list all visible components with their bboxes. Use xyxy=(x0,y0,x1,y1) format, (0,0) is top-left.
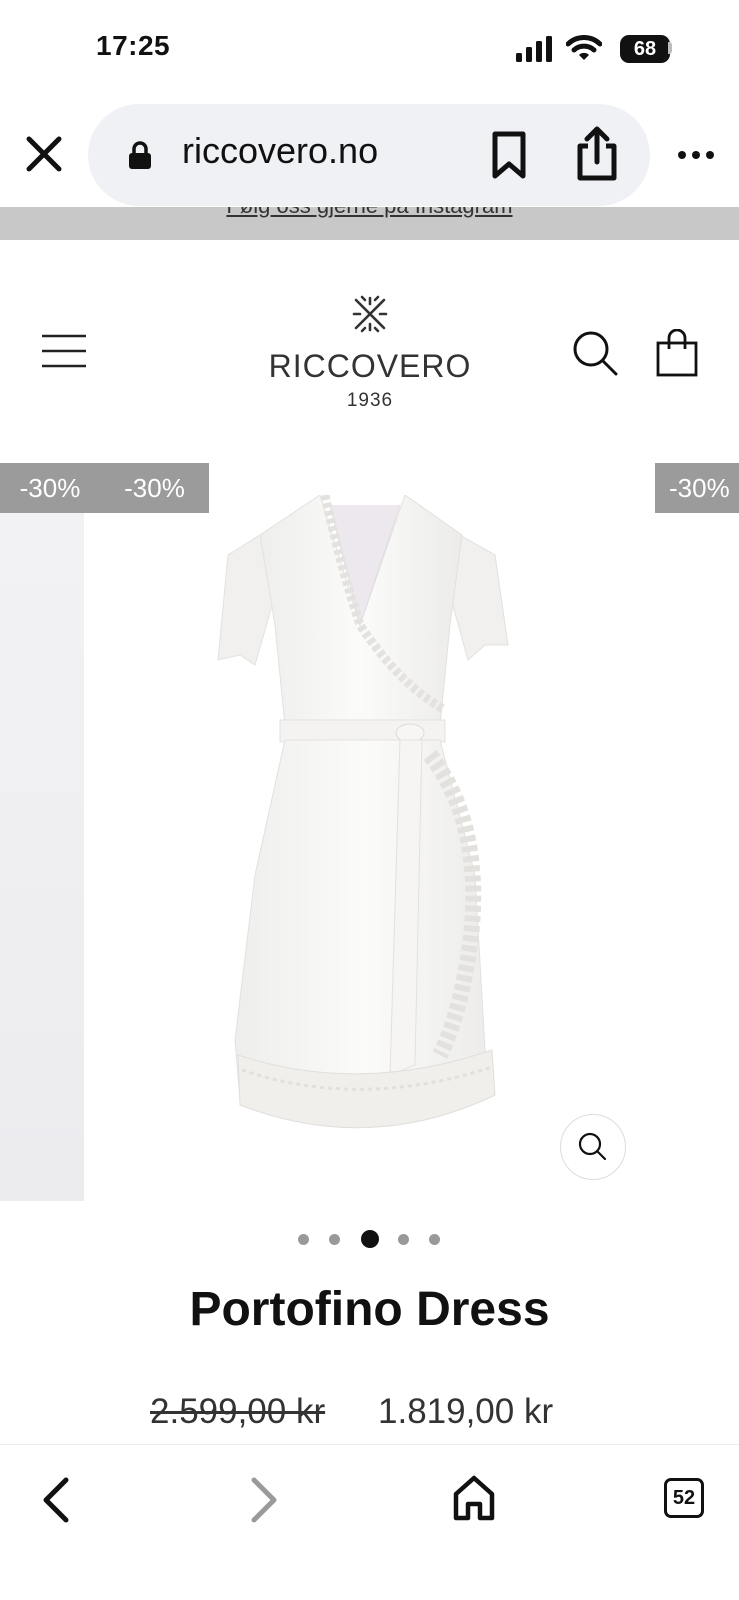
brand-logo-year: 1936 xyxy=(346,390,394,411)
home-icon[interactable] xyxy=(452,1474,496,1522)
brand-logo-text[interactable]: RICCOVERO xyxy=(240,348,500,385)
brand-logo-mark[interactable] xyxy=(350,294,390,334)
search-icon[interactable] xyxy=(572,330,618,376)
original-price: 2.599,00 kr xyxy=(150,1392,326,1431)
sale-price: 1.819,00 kr xyxy=(378,1392,554,1431)
status-time: 17:25 xyxy=(96,30,171,61)
discount-badge: -30% xyxy=(655,463,739,513)
previous-slide-image[interactable] xyxy=(0,500,84,1201)
browser-toolbar xyxy=(0,1445,739,1600)
announcement-link[interactable]: Følg oss gjerne på Instagram xyxy=(0,207,739,219)
wifi-icon xyxy=(566,35,602,60)
product-image-dress[interactable] xyxy=(210,495,530,1165)
share-icon[interactable] xyxy=(574,126,620,182)
announcement-bar[interactable]: Følg oss gjerne på Instagram xyxy=(0,207,739,240)
forward-icon[interactable] xyxy=(246,1474,282,1526)
tabs-button[interactable]: 52 xyxy=(664,1478,704,1518)
close-icon[interactable] xyxy=(22,132,66,176)
slide-pagination xyxy=(0,1230,739,1250)
slide-dot[interactable] xyxy=(329,1234,340,1245)
slide-dot[interactable] xyxy=(429,1234,440,1245)
bookmark-icon[interactable] xyxy=(490,130,528,180)
slide-dot[interactable] xyxy=(398,1234,409,1245)
slide-dot-active[interactable] xyxy=(361,1230,379,1248)
url-text[interactable]: riccovero.no xyxy=(182,130,378,172)
discount-badge: -30% xyxy=(0,463,100,513)
signal-icon xyxy=(516,36,552,62)
zoom-button[interactable] xyxy=(560,1114,626,1180)
lock-icon xyxy=(129,141,151,169)
bag-icon[interactable] xyxy=(654,329,700,377)
battery-indicator: 68 xyxy=(620,35,670,63)
battery-nub xyxy=(668,42,672,54)
zoom-icon xyxy=(578,1132,607,1161)
slide-dot[interactable] xyxy=(298,1234,309,1245)
back-icon[interactable] xyxy=(38,1474,74,1526)
product-title: Portofino Dress xyxy=(189,1283,550,1336)
discount-badge: -30% xyxy=(100,463,209,513)
menu-icon[interactable] xyxy=(40,333,88,369)
more-icon[interactable] xyxy=(676,140,716,170)
